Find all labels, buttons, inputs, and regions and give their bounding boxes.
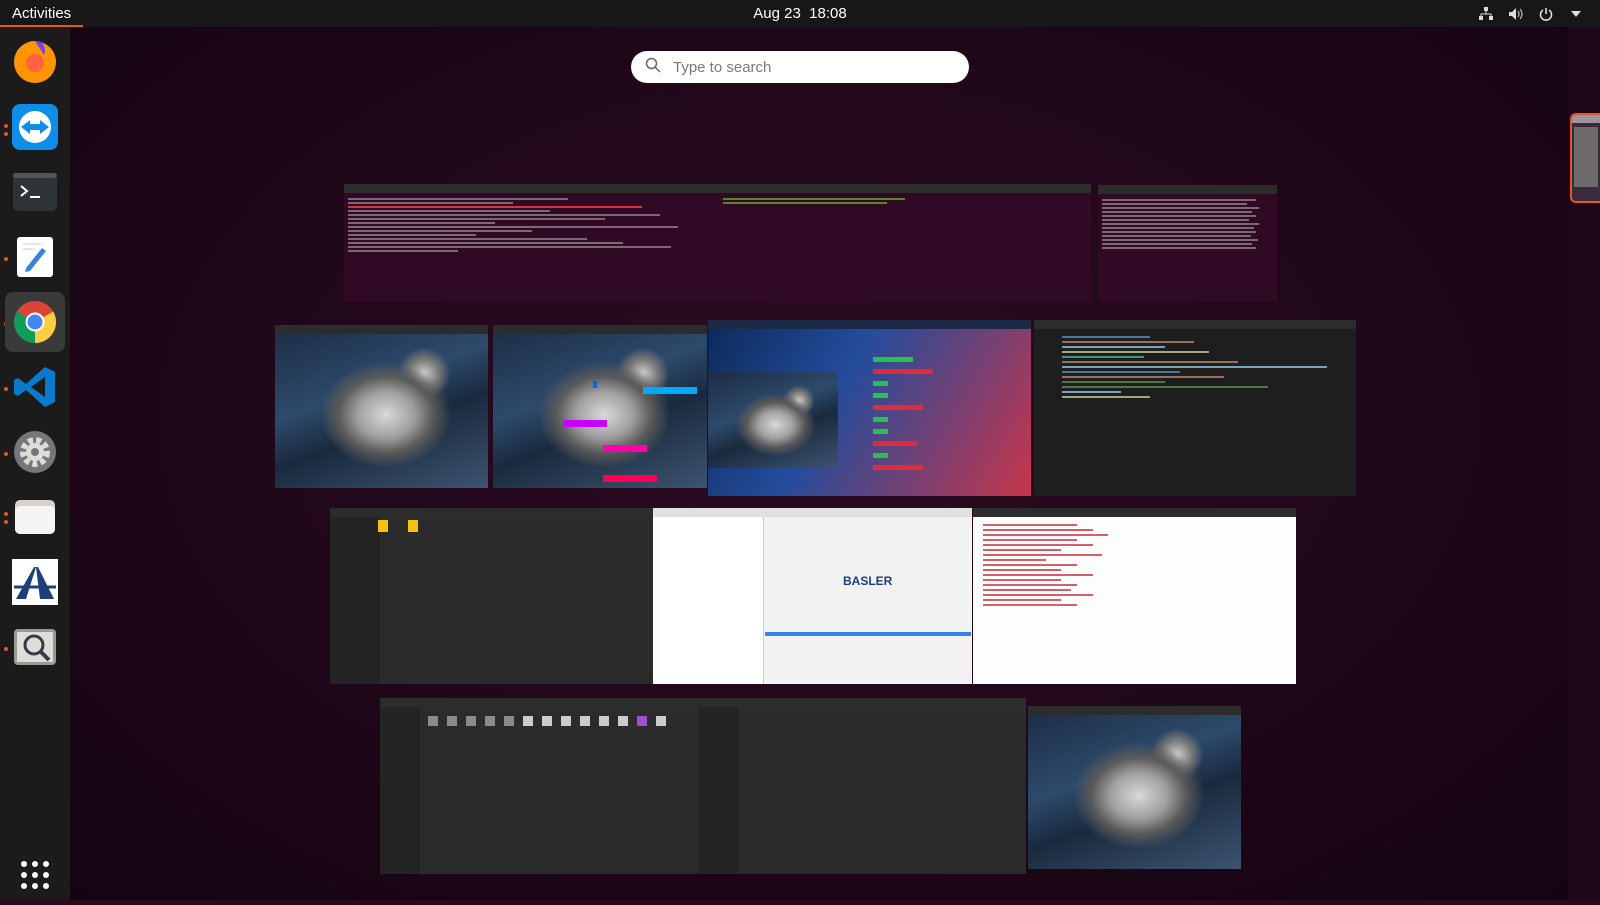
search-input[interactable]: [671, 57, 945, 77]
dock-vscode[interactable]: [5, 357, 65, 417]
folder-icon: [408, 520, 418, 532]
window-chrome-verification-app[interactable]: [708, 320, 1031, 496]
window-titlebar: [719, 184, 1091, 193]
window-image-viewer-engine-2[interactable]: [1028, 706, 1241, 869]
system-tray[interactable]: [1478, 0, 1584, 27]
detection-box: [603, 445, 647, 452]
teamviewer-icon: [12, 104, 58, 150]
clock: Aug 23 18:08: [0, 0, 1600, 27]
files-icon: [15, 500, 55, 534]
next-workspace-preview[interactable]: [1570, 113, 1600, 203]
window-titlebar: [653, 508, 972, 517]
window-titlebar: [275, 325, 488, 334]
window-vscode[interactable]: [1034, 320, 1356, 496]
network-icon[interactable]: [1478, 6, 1494, 22]
window-titlebar: [1034, 320, 1356, 329]
window-files-b[interactable]: [380, 698, 1026, 874]
window-terminal-basler-log[interactable]: [1098, 185, 1277, 302]
clock-button[interactable]: Aug 23 18:08: [753, 5, 846, 22]
terminal-output: [1098, 194, 1277, 254]
detection-box: [593, 381, 597, 388]
status-bar: [765, 632, 971, 636]
chevron-down-icon[interactable]: [1568, 6, 1584, 22]
camera-preview: [708, 372, 838, 468]
window-titlebar: [708, 320, 1031, 329]
road-logo-icon: [12, 559, 58, 605]
power-icon[interactable]: [1538, 6, 1554, 22]
image-viewer-icon: [14, 629, 56, 665]
dock-text-editor[interactable]: [5, 227, 65, 287]
search-icon: [645, 57, 661, 78]
time-label: 18:08: [809, 5, 847, 22]
text-editor-icon: [17, 237, 53, 277]
window-pylon-viewer[interactable]: BASLER: [653, 508, 972, 684]
window-image-viewer-detections[interactable]: [493, 325, 707, 488]
chrome-icon: [13, 301, 57, 343]
terminal-output: [719, 193, 1091, 209]
json-content: [973, 517, 1296, 606]
running-indicator: [4, 132, 8, 136]
detection-box: [603, 475, 657, 482]
running-indicator: [4, 124, 8, 128]
dock-files[interactable]: [5, 487, 65, 547]
terminal-output: [344, 193, 719, 257]
window-titlebar: [330, 508, 657, 517]
dock-chrome[interactable]: [5, 292, 65, 352]
dock: [0, 27, 70, 900]
volume-icon[interactable]: [1508, 6, 1524, 22]
terminal-icon: [13, 173, 57, 211]
window-terminal-python[interactable]: [719, 184, 1091, 302]
dock-settings[interactable]: [5, 422, 65, 482]
search-bar[interactable]: [631, 51, 969, 83]
window-titlebar: [1028, 706, 1241, 715]
status-list: [843, 350, 943, 477]
window-titlebar: [1098, 185, 1277, 194]
window-terminal-flask[interactable]: [344, 184, 719, 302]
device-panel: [653, 517, 764, 684]
basler-logo: BASLER: [843, 574, 893, 588]
window-titlebar: [344, 184, 719, 193]
code-editor: [1034, 329, 1356, 398]
window-files-a[interactable]: [330, 508, 657, 684]
show-applications-icon: [21, 861, 49, 889]
detection-box: [643, 387, 697, 394]
dock-firefox[interactable]: [5, 32, 65, 92]
window-text-editor-json[interactable]: [973, 508, 1296, 684]
dock-teamviewer[interactable]: [5, 97, 65, 157]
top-bar: Activities Aug 23 18:08: [0, 0, 1600, 27]
window-image-viewer-engine[interactable]: [275, 325, 488, 488]
activities-button[interactable]: Activities: [0, 0, 84, 27]
folder-icon: [378, 520, 388, 532]
firefox-icon: [14, 41, 56, 83]
window-titlebar: [380, 698, 1026, 707]
dock-image-viewer[interactable]: [5, 617, 65, 677]
window-titlebar: [973, 508, 1296, 517]
file-icon-row: [428, 716, 666, 726]
settings-icon: [14, 431, 56, 473]
dock-terminal[interactable]: [5, 162, 65, 222]
files-sidebar-right: [698, 707, 738, 874]
date-label: Aug 23: [753, 5, 801, 22]
show-applications-button[interactable]: [5, 845, 65, 905]
detection-box: [563, 420, 607, 427]
files-sidebar: [380, 707, 420, 874]
dock-road-app[interactable]: [5, 552, 65, 612]
files-sidebar: [330, 517, 380, 684]
window-titlebar: [493, 325, 707, 334]
vscode-icon: [14, 367, 55, 407]
